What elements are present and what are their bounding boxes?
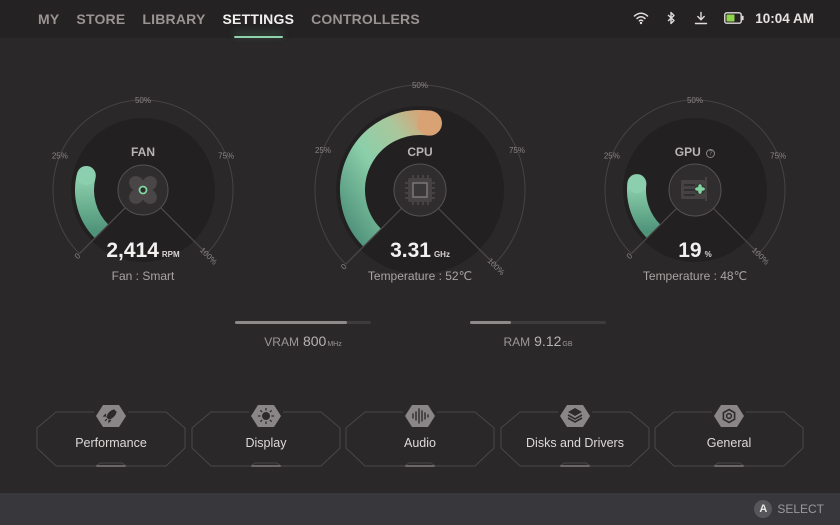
cpu-subtitle: Temperature : 52℃ — [367, 269, 473, 283]
cpu-pin — [417, 175, 419, 178]
cpu-pin — [432, 187, 435, 189]
gpu-subtitle: Temperature : 48℃ — [642, 269, 748, 283]
category-audio[interactable]: Audio — [345, 404, 495, 470]
gpu-gauge-title: GPU ? — [655, 143, 735, 161]
select-hint[interactable]: A SELECT — [754, 500, 824, 518]
fan-readout: 2,414 RPM — [73, 239, 213, 263]
settings-nut-icon — [714, 405, 744, 427]
rocket-icon — [96, 405, 126, 427]
ram-meter: RAM 9.12GB — [470, 321, 606, 349]
ram-label-row: RAM 9.12GB — [470, 333, 606, 349]
gpu-line — [684, 194, 695, 196]
settings-categories: Performance Display Audio Disks and Driv… — [36, 404, 806, 470]
cpu-tick-label: 75% — [509, 146, 525, 155]
ram-value: 9.12 — [534, 333, 562, 349]
vram-fill — [235, 321, 347, 324]
cpu-tick-label: 25% — [315, 146, 331, 155]
vram-track — [235, 321, 371, 324]
gpu-line — [684, 184, 695, 186]
fan-subtitle[interactable]: Fan : Smart — [112, 269, 175, 283]
cpu-tick-label: 50% — [412, 81, 428, 90]
cpu-title: CPU — [407, 145, 433, 159]
a-button-icon: A — [754, 500, 773, 518]
cpu-readout: 3.31 GHz — [350, 239, 490, 263]
fan-tick-label: 50% — [135, 96, 151, 105]
cpu-value: 3.31 — [390, 239, 431, 262]
cpu-unit: GHz — [433, 250, 450, 259]
gpu-unit: % — [704, 250, 712, 259]
ram-unit: GB — [562, 341, 573, 348]
fan-mode: Fan : Smart — [73, 267, 213, 285]
graphics-card-icon — [681, 177, 707, 201]
vram-meter: VRAM 800MHz — [235, 321, 371, 349]
fan-hub-dot — [138, 185, 148, 195]
gpu-tick-label: 75% — [770, 152, 786, 161]
category-general[interactable]: General — [654, 404, 804, 470]
brightness-icon — [251, 405, 281, 427]
cpu-pin — [412, 175, 414, 178]
category-label: Performance — [75, 436, 147, 450]
gpu-tick-label: 25% — [604, 152, 620, 161]
cpu-pin — [417, 202, 419, 205]
category-disks-and-drivers[interactable]: Disks and Drivers — [500, 404, 650, 470]
footer-bar: A SELECT — [0, 493, 840, 525]
cpu-gauge-title: CPU — [380, 143, 460, 161]
layers-icon — [560, 405, 590, 427]
cpu-arc-cap — [417, 110, 443, 136]
category-label: Audio — [404, 436, 436, 450]
fan-tick-label: 25% — [52, 152, 68, 161]
vram-label-row: VRAM 800MHz — [235, 333, 371, 349]
gpu-temperature: Temperature : 48℃ — [615, 267, 775, 285]
vram-label: VRAM — [264, 335, 299, 349]
cpu-pin — [422, 202, 424, 205]
cpu-pin — [405, 197, 408, 199]
gpu-tick-label: 50% — [687, 96, 703, 105]
category-display[interactable]: Display — [191, 404, 341, 470]
ram-fill — [470, 321, 511, 324]
cpu-pin — [432, 182, 435, 184]
gpu-value: 19 — [678, 239, 702, 262]
gpu-title: GPU — [674, 145, 701, 159]
fan-value: 2,414 — [106, 239, 159, 262]
gpu-arc-cap — [627, 174, 647, 194]
cpu-pin — [405, 182, 408, 184]
cpu-pin — [405, 187, 408, 189]
fan-unit: RPM — [161, 250, 180, 259]
select-label: SELECT — [777, 502, 824, 516]
cpu-die — [412, 182, 428, 198]
cpu-chip-icon — [405, 175, 435, 205]
cpu-pin — [432, 192, 435, 194]
fan-arc-cap — [76, 165, 96, 185]
category-label: General — [706, 436, 752, 450]
ram-track — [470, 321, 606, 324]
gpu-line — [684, 189, 695, 191]
cpu-pin — [427, 175, 429, 178]
gpu-readout: 19% — [625, 239, 765, 263]
vram-unit: MHz — [327, 341, 342, 348]
category-label: Display — [245, 436, 287, 450]
cpu-pin — [405, 192, 408, 194]
cpu-pin — [432, 197, 435, 199]
help-icon[interactable]: ? — [706, 149, 716, 158]
fan-gauge-title: FAN — [103, 143, 183, 161]
cpu-temperature: Temperature : 52℃ — [340, 267, 500, 285]
fan-tick-label: 75% — [218, 152, 234, 161]
category-performance[interactable]: Performance — [36, 404, 186, 470]
category-label: Disks and Drivers — [526, 436, 624, 450]
ram-label: RAM — [503, 335, 531, 349]
cpu-pin — [427, 202, 429, 205]
fan-title: FAN — [131, 145, 155, 159]
cpu-pin — [422, 175, 424, 178]
gpu-fan-blade — [695, 187, 701, 191]
cpu-pin — [412, 202, 414, 205]
sound-wave-icon — [405, 405, 435, 427]
vram-value: 800 — [302, 333, 327, 349]
